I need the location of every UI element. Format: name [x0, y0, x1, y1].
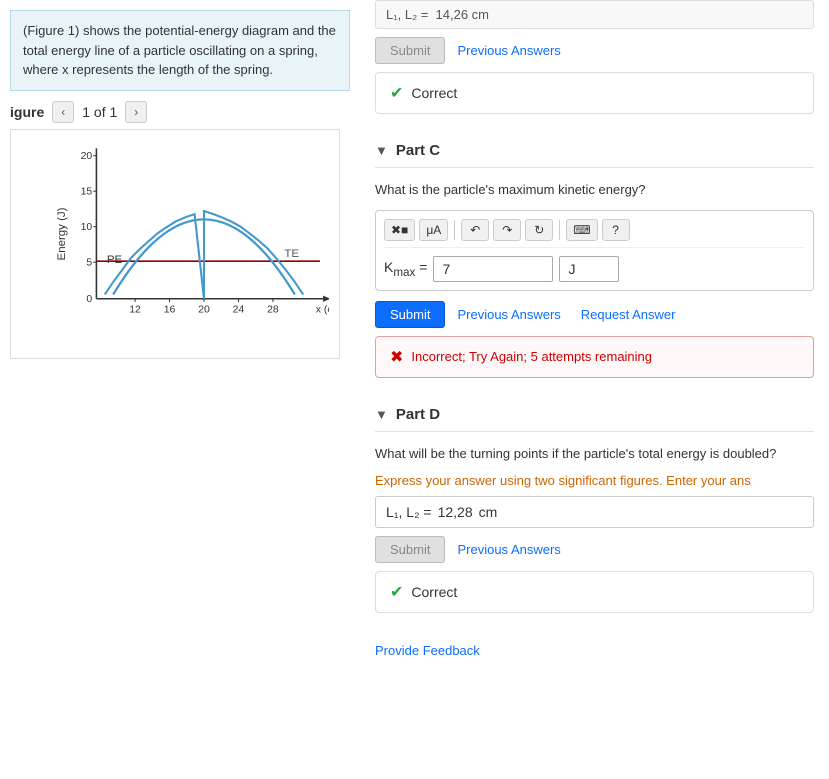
energy-chart: Energy (J) 0 5 10 15 20	[56, 140, 329, 328]
part-c-math-label: Kmax =	[384, 259, 427, 279]
figure-area: igure ‹ 1 of 1 › Energy (J) 0 5	[10, 101, 350, 359]
svg-text:28: 28	[267, 304, 279, 315]
prev-figure-button[interactable]: ‹	[52, 101, 74, 123]
redo-icon: ↷	[502, 223, 512, 237]
toolbar-separator-2	[559, 220, 560, 240]
help-icon: ?	[612, 223, 619, 237]
part-c-equation-row: Kmax =	[384, 256, 805, 282]
svg-text:16: 16	[164, 304, 176, 315]
part-c-prev-answers-link[interactable]: Previous Answers	[457, 307, 560, 322]
greek-button[interactable]: μA	[419, 219, 448, 241]
part-c-chevron-icon[interactable]: ▼	[375, 143, 388, 158]
part-d-submit-button[interactable]: Submit	[375, 536, 445, 563]
svg-text:10: 10	[81, 221, 93, 232]
part-d-section: ▼ Part D What will be the turning points…	[375, 398, 814, 614]
part-b-prev-answers-link[interactable]: Previous Answers	[457, 43, 560, 58]
description-box: (Figure 1) shows the potential-energy di…	[10, 10, 350, 91]
part-c-value-input[interactable]	[433, 256, 553, 282]
part-d-label: Part D	[396, 406, 440, 423]
part-d-subtext: Express your answer using two significan…	[375, 473, 814, 488]
provide-feedback-link[interactable]: Provide Feedback	[375, 643, 480, 658]
redo-button[interactable]: ↷	[493, 219, 521, 241]
description-text: (Figure 1) shows the potential-energy di…	[23, 23, 336, 77]
reset-button[interactable]: ↻	[525, 219, 553, 241]
part-d-chevron-icon[interactable]: ▼	[375, 407, 388, 422]
part-d-l12-value: 12,28	[438, 504, 473, 520]
matrix-icon: ✖■	[391, 223, 408, 237]
svg-text:PE: PE	[107, 254, 123, 266]
part-b-prev-answer-text: L₁, L₂ = 14,26 cm	[386, 7, 489, 22]
next-figure-button[interactable]: ›	[125, 101, 147, 123]
part-b-prev-answer: L₁, L₂ = 14,26 cm	[375, 0, 814, 29]
part-c-submit-row: Submit Previous Answers Request Answer	[375, 301, 814, 328]
part-b-submit-button[interactable]: Submit	[375, 37, 445, 64]
svg-text:Energy (J): Energy (J)	[56, 207, 68, 260]
part-c-request-answer-link[interactable]: Request Answer	[581, 307, 676, 322]
page-number: 1 of 1	[82, 104, 117, 120]
part-d-submit-row: Submit Previous Answers	[375, 536, 814, 563]
svg-text:TE: TE	[284, 247, 299, 259]
part-b-submit-row: Submit Previous Answers	[375, 37, 814, 64]
reset-icon: ↻	[534, 223, 544, 237]
svg-text:x (cm): x (cm)	[316, 304, 329, 315]
part-d-correct-box: ✔ Correct	[375, 571, 814, 613]
part-d-question: What will be the turning points if the p…	[375, 444, 814, 464]
part-d-l12-label: L₁, L₂ =	[386, 504, 432, 520]
part-c-math-input-area: ✖■ μA ↶ ↷ ↻ ⌨	[375, 210, 814, 291]
help-button[interactable]: ?	[602, 219, 630, 241]
toolbar-separator-1	[454, 220, 455, 240]
keyboard-icon: ⌨	[573, 223, 590, 237]
svg-text:5: 5	[86, 257, 92, 268]
svg-text:15: 15	[81, 186, 93, 197]
figure-nav: igure ‹ 1 of 1 ›	[10, 101, 350, 123]
part-c-incorrect-icon: ✖	[390, 347, 403, 367]
part-d-correct-text: Correct	[411, 584, 457, 600]
part-d-l12-row: L₁, L₂ = 12,28 cm	[375, 496, 814, 528]
svg-text:24: 24	[233, 304, 245, 315]
svg-text:12: 12	[129, 304, 141, 315]
part-d-header: ▼ Part D	[375, 398, 814, 432]
part-d-l12-unit: cm	[479, 504, 498, 520]
part-b-correct-icon: ✔	[390, 83, 403, 103]
right-panel: L₁, L₂ = 14,26 cm Submit Previous Answer…	[360, 0, 829, 779]
undo-icon: ↶	[470, 223, 480, 237]
svg-text:20: 20	[198, 304, 210, 315]
svg-text:0: 0	[86, 293, 92, 304]
keyboard-button[interactable]: ⌨	[566, 219, 597, 241]
part-c-question: What is the particle's maximum kinetic e…	[375, 180, 814, 200]
greek-icon: μA	[426, 223, 441, 237]
part-c-toolbar: ✖■ μA ↶ ↷ ↻ ⌨	[384, 219, 805, 248]
figure-label: igure	[10, 104, 44, 120]
part-c-unit-input[interactable]	[559, 256, 619, 282]
left-panel: (Figure 1) shows the potential-energy di…	[0, 0, 360, 779]
undo-button[interactable]: ↶	[461, 219, 489, 241]
matrix-button[interactable]: ✖■	[384, 219, 415, 241]
part-c-submit-button[interactable]: Submit	[375, 301, 445, 328]
chart-container: Energy (J) 0 5 10 15 20	[10, 129, 340, 359]
part-b-correct-text: Correct	[411, 85, 457, 101]
part-d-correct-icon: ✔	[390, 582, 403, 602]
part-c-incorrect-text: Incorrect; Try Again; 5 attempts remaini…	[411, 349, 652, 364]
part-c-incorrect-box: ✖ Incorrect; Try Again; 5 attempts remai…	[375, 336, 814, 378]
part-c-label: Part C	[396, 142, 440, 159]
svg-text:20: 20	[81, 150, 93, 161]
part-d-prev-answers-link[interactable]: Previous Answers	[457, 542, 560, 557]
part-b-section: L₁, L₂ = 14,26 cm Submit Previous Answer…	[375, 0, 814, 114]
part-c-section: ▼ Part C What is the particle's maximum …	[375, 134, 814, 378]
part-b-correct-box: ✔ Correct	[375, 72, 814, 114]
part-c-header: ▼ Part C	[375, 134, 814, 168]
